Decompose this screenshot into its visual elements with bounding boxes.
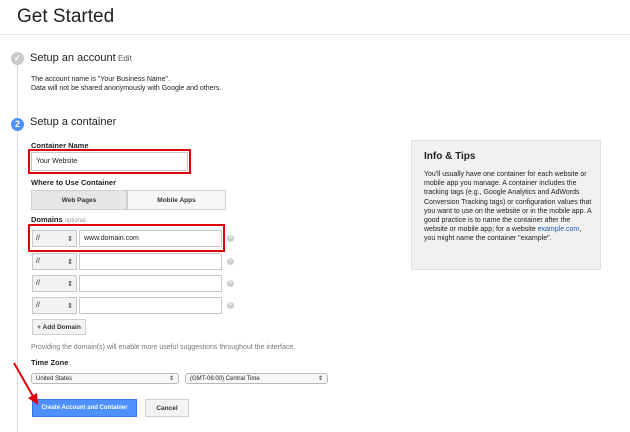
tab-web-pages-label: Web Pages (61, 196, 97, 204)
updown-arrows-icon: ⇕ (67, 258, 73, 266)
protocol-select[interactable]: // ⇕ (32, 275, 77, 292)
remove-domain-icon[interactable]: × (227, 280, 234, 287)
cancel-label: Cancel (156, 404, 178, 412)
container-name-value: Your Website (36, 158, 78, 165)
edit-account-link[interactable]: Edit (118, 54, 132, 63)
updown-arrows-icon: ⇕ (317, 376, 323, 382)
container-name-input[interactable]: Your Website (31, 152, 188, 171)
domains-label-text: Domains (31, 215, 63, 224)
where-to-use-label: Where to Use Container (31, 178, 117, 187)
protocol-value: // (36, 235, 40, 242)
remove-domain-icon[interactable]: × (227, 258, 234, 265)
protocol-value: // (36, 302, 40, 309)
info-tips-title: Info & Tips (424, 151, 476, 162)
updown-arrows-icon: ⇕ (67, 235, 73, 243)
protocol-value: // (36, 280, 40, 287)
updown-arrows-icon: ⇕ (67, 302, 73, 310)
timezone-select[interactable]: (GMT-06:00) Central Time ⇕ (185, 373, 328, 384)
protocol-select[interactable]: // ⇕ (32, 230, 77, 247)
domain-input[interactable] (79, 275, 222, 292)
tab-web-pages[interactable]: Web Pages (31, 190, 127, 210)
create-account-button[interactable]: Create Account and Container (32, 399, 137, 417)
protocol-select[interactable]: // ⇕ (32, 253, 77, 270)
info-tips-text: You'll usually have one container for ea… (424, 170, 594, 244)
add-domain-button[interactable]: + Add Domain (32, 319, 86, 335)
country-select[interactable]: United States ⇕ (31, 373, 179, 384)
example-link[interactable]: example.com (538, 226, 580, 233)
protocol-value: // (36, 258, 40, 265)
timezone-value: (GMT-06:00) Central Time (190, 375, 260, 382)
step-2-number-badge: 2 (11, 118, 24, 131)
domain-input[interactable] (79, 253, 222, 270)
domain-value: www.domain.com (84, 235, 139, 242)
page-title: Get Started (17, 6, 115, 27)
tab-mobile-apps[interactable]: Mobile Apps (127, 190, 226, 210)
domain-input[interactable]: www.domain.com (79, 230, 222, 247)
account-name-text: The account name is "Your Business Name"… (31, 76, 170, 83)
protocol-select[interactable]: // ⇕ (32, 297, 77, 314)
create-account-label: Create Account and Container (41, 405, 128, 411)
data-sharing-text: Data will not be shared anonymously with… (31, 85, 222, 92)
domain-input[interactable] (79, 297, 222, 314)
annotation-arrow-icon (13, 362, 38, 405)
tab-mobile-apps-label: Mobile Apps (157, 196, 196, 204)
domains-label: Domains optional (31, 215, 86, 224)
header-divider (0, 34, 630, 35)
updown-arrows-icon: ⇕ (67, 280, 73, 288)
updown-arrows-icon: ⇕ (168, 376, 174, 382)
step-1-title: Setup an account (30, 52, 116, 64)
remove-domain-icon[interactable]: × (227, 235, 234, 242)
step-1-done-icon: ✓ (11, 52, 24, 65)
step-2-title: Setup a container (30, 116, 117, 128)
remove-domain-icon[interactable]: × (227, 302, 234, 309)
domains-hint-text: Providing the domain(s) will enable more… (31, 344, 296, 351)
info-tips-body: You'll usually have one container for ea… (424, 171, 592, 234)
add-domain-label: + Add Domain (37, 323, 81, 331)
cancel-button[interactable]: Cancel (145, 399, 189, 417)
